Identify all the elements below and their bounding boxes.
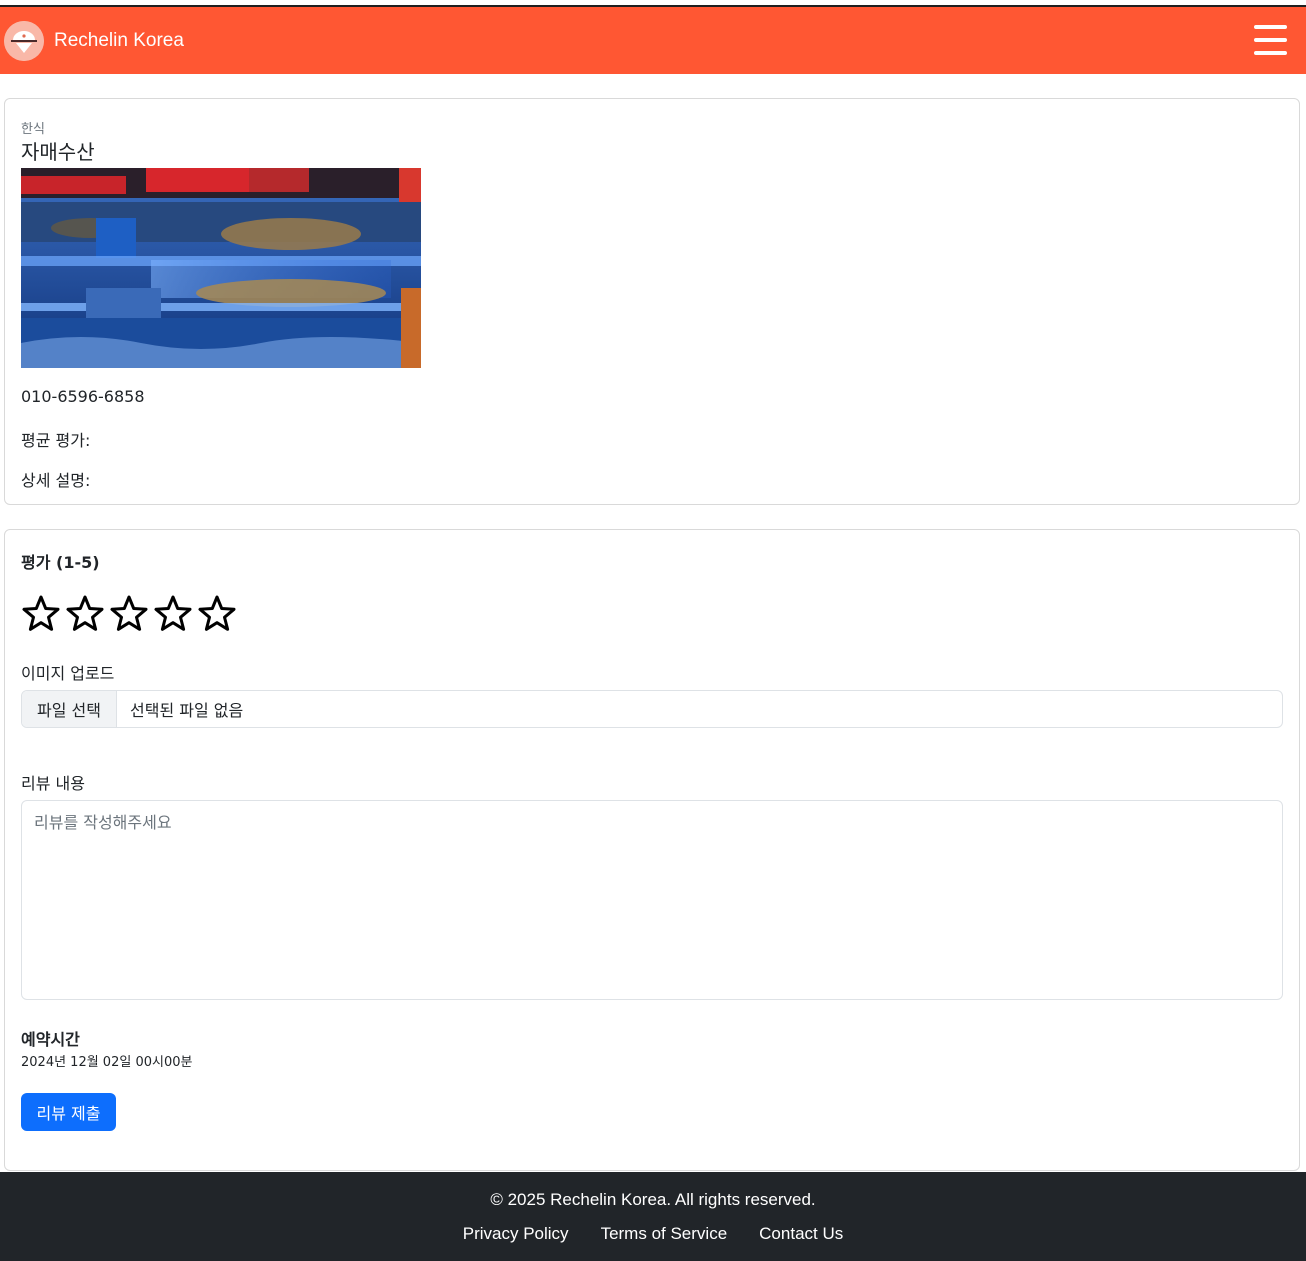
reservation-time-label: 예약시간	[21, 1030, 80, 1049]
star-outline-icon[interactable]	[109, 594, 153, 634]
image-upload-label: 이미지 업로드	[21, 664, 115, 683]
review-textarea[interactable]	[21, 800, 1283, 1000]
submit-review-button[interactable]: 리뷰 제출	[21, 1093, 116, 1131]
image-upload-input[interactable]: 파일 선택 선택된 파일 없음	[21, 690, 1283, 728]
review-form-card: 평가 (1-5) 이미지 업로드 파일 선택 선택된 파일 없음 리뷰 내용 예…	[4, 529, 1300, 1171]
rating-label: 평가 (1-5)	[21, 553, 100, 572]
restaurant-category: 한식	[21, 122, 45, 137]
seafood-tank-photo	[21, 168, 421, 368]
copyright-text: © 2025 Rechelin Korea. All rights reserv…	[490, 1190, 816, 1209]
description-label: 상세 설명:	[21, 471, 91, 490]
brand-name: Rechelin Korea	[54, 29, 184, 51]
star-outline-icon[interactable]	[197, 594, 241, 634]
contact-us-link[interactable]: Contact Us	[759, 1224, 843, 1244]
file-status-text: 선택된 파일 없음	[130, 701, 244, 720]
star-rating	[21, 594, 241, 634]
restaurant-phone: 010-6596-6858	[21, 387, 145, 406]
brand-link[interactable]: Rechelin Korea	[4, 20, 184, 61]
reservation-time-value: 2024년 12월 02일 00시00분	[21, 1055, 193, 1070]
navbar: Rechelin Korea	[0, 7, 1306, 74]
footer: © 2025 Rechelin Korea. All rights reserv…	[0, 1172, 1306, 1261]
star-outline-icon[interactable]	[153, 594, 197, 634]
restaurant-name: 자매수산	[21, 140, 95, 164]
hamburger-menu-icon[interactable]	[1254, 25, 1287, 55]
privacy-policy-link[interactable]: Privacy Policy	[463, 1224, 569, 1244]
star-outline-icon[interactable]	[21, 594, 65, 634]
footer-links: Privacy Policy Terms of Service Contact …	[0, 1224, 1306, 1244]
review-content-label: 리뷰 내용	[21, 774, 85, 793]
average-rating-label: 평균 평가:	[21, 431, 91, 450]
terms-of-service-link[interactable]: Terms of Service	[601, 1224, 728, 1244]
star-outline-icon[interactable]	[65, 594, 109, 634]
choose-file-button[interactable]: 파일 선택	[22, 691, 117, 727]
restaurant-logo-icon	[4, 20, 44, 61]
restaurant-info-card: 한식 자매수산 010-6596-6858 평균 평가: 상세 설명:	[4, 98, 1300, 505]
